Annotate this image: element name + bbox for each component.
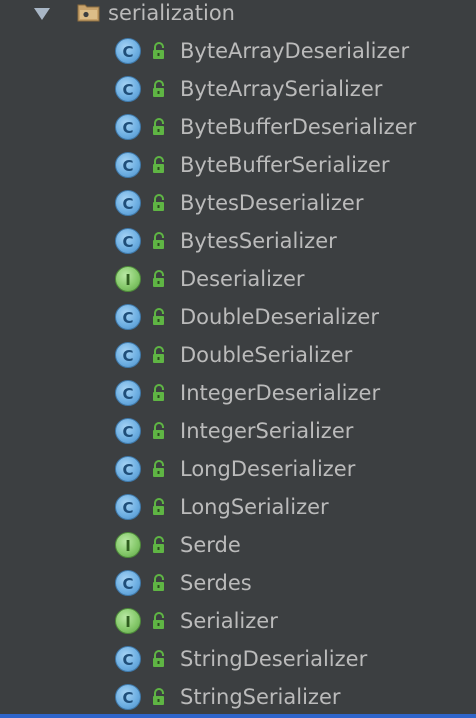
class-icon: C: [115, 494, 141, 520]
tree-item-label: IntegerSerializer: [180, 419, 354, 443]
public-lock-icon: [153, 118, 164, 135]
class-icon: C: [115, 418, 141, 444]
class-icon: C: [115, 228, 141, 254]
package-label: serialization: [108, 1, 235, 25]
class-icon: C: [115, 684, 141, 710]
tree-item-doubledeserializer[interactable]: C DoubleDeserializer: [0, 298, 476, 336]
tree-item-label: ByteBufferDeserializer: [180, 115, 417, 139]
expand-arrow-icon[interactable]: [34, 8, 50, 20]
tree-item-label: DoubleDeserializer: [180, 305, 379, 329]
tree-item-label: IntegerDeserializer: [180, 381, 381, 405]
public-lock-icon: [153, 650, 164, 667]
public-lock-icon: [153, 498, 164, 515]
tree-item-label: StringSerializer: [180, 685, 341, 709]
tree-item-label: LongDeserializer: [180, 457, 356, 481]
interface-icon: I: [115, 608, 141, 634]
package-row-serialization[interactable]: serialization: [0, 0, 476, 30]
tree-item-label: DoubleSerializer: [180, 343, 353, 367]
interface-icon: I: [115, 532, 141, 558]
tree-item-longserializer[interactable]: C LongSerializer: [0, 488, 476, 526]
tree-item-serializer[interactable]: I Serializer: [0, 602, 476, 640]
tree-item-label: StringDeserializer: [180, 647, 368, 671]
public-lock-icon: [153, 688, 164, 705]
tree-item-label: BytesSerializer: [180, 229, 337, 253]
tree-item-label: Serdes: [180, 571, 252, 595]
tree-item-serde[interactable]: I Serde: [0, 526, 476, 564]
tree-item-serdes[interactable]: C Serdes: [0, 564, 476, 602]
public-lock-icon: [153, 308, 164, 325]
selection-bar: [0, 714, 476, 718]
class-icon: C: [115, 342, 141, 368]
tree-item-integerserializer[interactable]: C IntegerSerializer: [0, 412, 476, 450]
public-lock-icon: [153, 574, 164, 591]
tree-item-bytesserializer[interactable]: C BytesSerializer: [0, 222, 476, 260]
tree-item-label: ByteArrayDeserializer: [180, 39, 410, 63]
tree-item-label: BytesDeserializer: [180, 191, 364, 215]
class-icon: C: [115, 190, 141, 216]
tree-item-stringserializer[interactable]: C StringSerializer: [0, 678, 476, 716]
project-tree: serialization C ByteArrayDeserializer C Byt…: [0, 0, 476, 718]
class-icon: C: [115, 646, 141, 672]
tree-item-bytebufferdeserializer[interactable]: C ByteBufferDeserializer: [0, 108, 476, 146]
tree-item-label: LongSerializer: [180, 495, 329, 519]
tree-item-longdeserializer[interactable]: C LongDeserializer: [0, 450, 476, 488]
tree-item-label: ByteBufferSerializer: [180, 153, 390, 177]
tree-item-doubleserializer[interactable]: C DoubleSerializer: [0, 336, 476, 374]
public-lock-icon: [153, 422, 164, 439]
public-lock-icon: [153, 194, 164, 211]
class-icon: C: [115, 380, 141, 406]
tree-item-bytesdeserializer[interactable]: C BytesDeserializer: [0, 184, 476, 222]
class-icon: C: [115, 304, 141, 330]
interface-icon: I: [115, 266, 141, 292]
public-lock-icon: [153, 232, 164, 249]
class-icon: C: [115, 38, 141, 64]
public-lock-icon: [153, 346, 164, 363]
class-icon: C: [115, 456, 141, 482]
class-icon: C: [115, 76, 141, 102]
class-icon: C: [115, 114, 141, 140]
public-lock-icon: [153, 42, 164, 59]
tree-item-integerdeserializer[interactable]: C IntegerDeserializer: [0, 374, 476, 412]
class-icon: C: [115, 570, 141, 596]
public-lock-icon: [153, 536, 164, 553]
public-lock-icon: [153, 460, 164, 477]
tree-item-label: Serde: [180, 533, 241, 557]
public-lock-icon: [153, 156, 164, 173]
public-lock-icon: [153, 384, 164, 401]
tree-item-deserializer[interactable]: I Deserializer: [0, 260, 476, 298]
public-lock-icon: [153, 80, 164, 97]
tree-item-stringdeserializer[interactable]: C StringDeserializer: [0, 640, 476, 678]
tree-item-label: Deserializer: [180, 267, 305, 291]
class-icon: C: [115, 152, 141, 178]
tree-item-bytearrayserializer[interactable]: C ByteArraySerializer: [0, 70, 476, 108]
public-lock-icon: [153, 612, 164, 629]
tree-item-bytearraydeserializer[interactable]: C ByteArrayDeserializer: [0, 32, 476, 70]
tree-item-label: Serializer: [180, 609, 278, 633]
public-lock-icon: [153, 270, 164, 287]
tree-item-bytebufferserializer[interactable]: C ByteBufferSerializer: [0, 146, 476, 184]
package-folder-icon: [77, 4, 100, 22]
tree-item-label: ByteArraySerializer: [180, 77, 383, 101]
